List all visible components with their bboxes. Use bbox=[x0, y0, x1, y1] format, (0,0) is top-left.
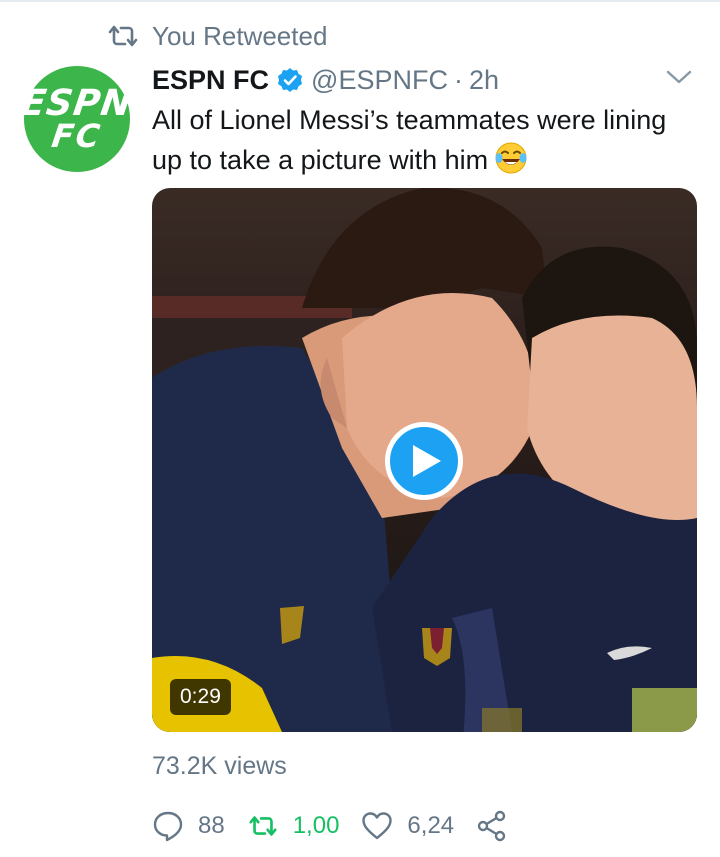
video-duration-badge: 0:29 bbox=[170, 679, 231, 715]
like-count: 6,24 bbox=[407, 812, 455, 839]
handle[interactable]: @ESPNFC bbox=[311, 65, 448, 96]
like-button[interactable]: 6,24 bbox=[361, 810, 454, 842]
tweet-body: All of Lionel Messi’s teammates were lin… bbox=[152, 105, 667, 175]
heart-icon bbox=[362, 812, 393, 840]
face-with-tears-of-joy-icon bbox=[495, 142, 527, 174]
play-icon bbox=[413, 445, 441, 477]
header-separator: · bbox=[453, 64, 463, 95]
top-divider bbox=[0, 0, 720, 2]
play-button[interactable] bbox=[385, 422, 463, 500]
retweet-count: 1,00 bbox=[292, 812, 340, 839]
retweet-icon bbox=[249, 816, 277, 836]
share-icon bbox=[477, 810, 506, 842]
reply-count: 88 bbox=[198, 812, 225, 839]
chevron-down-icon[interactable] bbox=[664, 66, 694, 88]
tweet-header: ESPN FC @ESPNFC · 2h bbox=[152, 60, 499, 100]
retweet-context: You Retweeted bbox=[106, 20, 327, 52]
retweet-icon bbox=[108, 25, 138, 47]
reply-icon bbox=[153, 811, 183, 842]
verified-badge-icon bbox=[278, 68, 303, 92]
avatar-logo-top: ESPN bbox=[18, 83, 136, 124]
display-name[interactable]: ESPN FC bbox=[152, 65, 269, 96]
reply-button[interactable]: 88 bbox=[152, 810, 225, 842]
tweet-text: All of Lionel Messi’s teammates were lin… bbox=[152, 100, 692, 180]
tweet-actions: 88 1,00 6,24 bbox=[152, 808, 530, 844]
avatar[interactable]: ESPN FC bbox=[19, 66, 135, 172]
timestamp[interactable]: 2h bbox=[469, 65, 499, 96]
avatar-logo-bottom: FC bbox=[49, 117, 105, 155]
view-count: 73.2K views bbox=[152, 752, 287, 780]
retweet-context-label: You Retweeted bbox=[152, 20, 328, 51]
share-button[interactable] bbox=[476, 810, 508, 842]
video-player[interactable]: 0:29 bbox=[152, 188, 697, 732]
retweet-button[interactable]: 1,00 bbox=[247, 810, 340, 842]
